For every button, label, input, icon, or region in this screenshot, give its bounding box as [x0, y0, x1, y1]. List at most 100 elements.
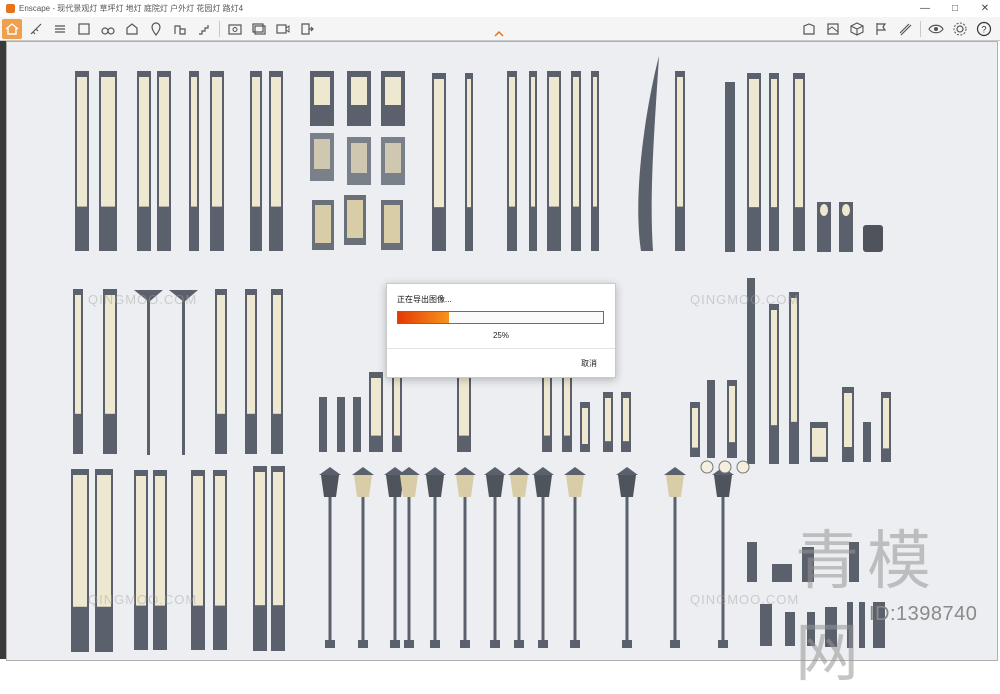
- stairs-icon[interactable]: [194, 19, 214, 39]
- lamp-light-panel: [73, 475, 87, 607]
- lamp-head: [714, 475, 732, 497]
- lamp-post: [785, 612, 795, 646]
- eye-icon[interactable]: [926, 19, 946, 39]
- lamp-light-panel: [749, 79, 759, 208]
- lamp-base: [404, 640, 414, 648]
- lamp-light-panel: [193, 476, 203, 606]
- lamp-light-panel: [544, 378, 550, 436]
- lamp-light-panel: [273, 472, 283, 606]
- enscape-logo-icon: [6, 4, 15, 13]
- lamp-light-panel: [582, 408, 588, 444]
- list-icon[interactable]: [74, 19, 94, 39]
- cancel-button[interactable]: 取消: [581, 358, 597, 369]
- lamp-light-panel: [217, 295, 225, 414]
- lamp-light-panel: [434, 79, 444, 208]
- video-export-icon[interactable]: [273, 19, 293, 39]
- lamp-pole: [463, 497, 467, 647]
- lamp-light-panel: [159, 77, 169, 207]
- image-id-watermark: ID:1398740: [869, 603, 978, 625]
- lamp-base: [460, 640, 470, 648]
- asset-library-icon[interactable]: [799, 19, 819, 39]
- lamp-light-panel: [394, 378, 400, 436]
- lamp-base: [514, 640, 524, 648]
- lamp-light-panel: [215, 476, 225, 606]
- lamp-light-panel: [247, 295, 255, 414]
- house-icon[interactable]: [122, 19, 142, 39]
- lamp-base: [325, 640, 335, 648]
- measure-icon[interactable]: [26, 19, 46, 39]
- lamp-model: [182, 290, 185, 455]
- lamp-cap: [398, 467, 420, 475]
- binoculars-icon[interactable]: [98, 19, 118, 39]
- buildings-icon[interactable]: [170, 19, 190, 39]
- material-icon[interactable]: [823, 19, 843, 39]
- toolbar-separator: [219, 20, 220, 37]
- svg-text:?: ?: [981, 24, 986, 34]
- lamp-light-panel: [677, 77, 683, 207]
- lamp-light-panel: [467, 79, 471, 208]
- lamp-pole: [328, 497, 332, 647]
- lamp-pole: [625, 497, 629, 647]
- globe-lamp: [718, 460, 732, 474]
- globe-lamp: [736, 460, 750, 474]
- lamp-base: [538, 640, 548, 648]
- help-icon[interactable]: ?: [974, 19, 994, 39]
- lamp-base: [622, 640, 632, 648]
- batch-render-icon[interactable]: [249, 19, 269, 39]
- lamp-light-panel: [692, 408, 698, 448]
- home-icon[interactable]: [2, 18, 22, 39]
- lamp-base: [718, 640, 728, 648]
- lamp-post: [760, 604, 772, 646]
- window-controls: — □ ✕: [910, 0, 1000, 17]
- progress-bar-fill: [398, 312, 450, 323]
- lamp-cap: [564, 467, 586, 475]
- flag-icon[interactable]: [871, 19, 891, 39]
- lamp-base: [570, 640, 580, 648]
- export-icon[interactable]: [297, 19, 317, 39]
- lamp-light-panel: [771, 79, 777, 208]
- lamp-head: [666, 475, 684, 497]
- lamp-base: [358, 640, 368, 648]
- lamp-light-panel: [791, 298, 797, 422]
- lamp-model: [314, 139, 330, 169]
- lamp-cap: [352, 467, 374, 475]
- toolbar-separator: [920, 20, 921, 37]
- lamp-post: [353, 397, 361, 452]
- brand-watermark: QINGMOO.COM: [88, 592, 198, 607]
- lamp-cap: [508, 467, 530, 475]
- lamp-model: [863, 225, 883, 252]
- lamp-light-panel: [75, 295, 81, 414]
- lamp-light-panel: [273, 295, 281, 414]
- settings-icon[interactable]: [950, 19, 970, 39]
- lamp-light-panel: [105, 295, 115, 414]
- lamp-base: [670, 640, 680, 648]
- lamp-model: [725, 82, 735, 252]
- lamp-head: [400, 475, 418, 497]
- lamp-light-panel: [771, 310, 777, 426]
- lamp-light-panel: [564, 378, 570, 436]
- lamp-model: [351, 77, 367, 105]
- lamp-post: [863, 422, 871, 462]
- lamp-model: [384, 205, 400, 243]
- lamp-head: [618, 475, 636, 497]
- cube-icon[interactable]: [847, 19, 867, 39]
- lamp-light-panel: [97, 475, 111, 607]
- maximize-icon[interactable]: □: [940, 0, 970, 17]
- collapse-toolbar-icon[interactable]: [494, 30, 504, 38]
- lamp-head: [456, 475, 474, 497]
- map-pin-icon[interactable]: [146, 19, 166, 39]
- screenshot-icon[interactable]: [225, 19, 245, 39]
- lamp-light-panel: [155, 476, 165, 606]
- lamp-head: [486, 475, 504, 497]
- curved-lamp-post: [638, 56, 659, 251]
- lamp-light-panel: [371, 378, 381, 436]
- bim-icon[interactable]: [50, 19, 70, 39]
- lamp-head: [566, 475, 584, 497]
- lamp-light-panel: [252, 77, 260, 207]
- minimize-icon[interactable]: —: [910, 0, 940, 17]
- ruler-icon[interactable]: [895, 19, 915, 39]
- export-progress-dialog: 正在导出图像... 25% 取消: [386, 283, 616, 378]
- close-icon[interactable]: ✕: [970, 0, 1000, 17]
- lamp-light-panel: [729, 386, 735, 443]
- lamp-head: [426, 475, 444, 497]
